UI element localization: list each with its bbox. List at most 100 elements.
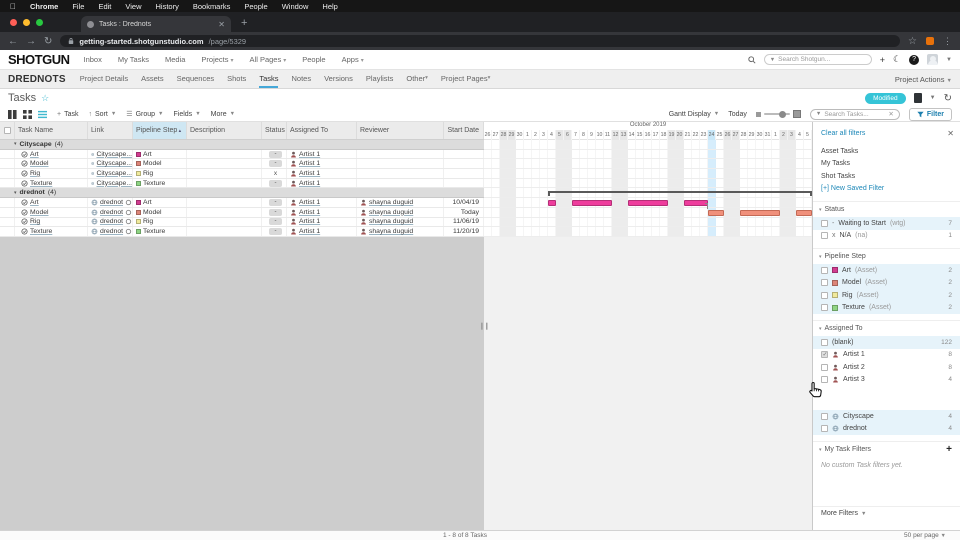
filter-section-header-pipeline-step[interactable]: ▾ Pipeline Step xyxy=(813,248,960,264)
filter-row-rig[interactable]: Rig (Asset) 2 xyxy=(813,289,960,302)
clear-all-filters-link[interactable]: Clear all filters xyxy=(821,130,865,137)
gantt-day-cell[interactable]: 17 xyxy=(652,130,660,140)
tab-close-icon[interactable]: ✕ xyxy=(218,20,225,29)
gantt-day-cell[interactable]: 5 xyxy=(556,130,564,140)
task-name-link[interactable]: Texture xyxy=(30,180,52,187)
filter-checkbox[interactable] xyxy=(821,219,828,227)
menubar-item-window[interactable]: Window xyxy=(282,2,309,11)
menubar-item-bookmarks[interactable]: Bookmarks xyxy=(193,2,231,11)
entity-link[interactable]: drednot xyxy=(100,209,123,216)
group-row-drednot[interactable]: ▾ drednot (4) xyxy=(0,188,484,199)
filter-row-texture[interactable]: Texture (Asset) 2 xyxy=(813,301,960,314)
browser-tab[interactable]: Tasks : Drednots ✕ xyxy=(81,16,231,32)
column-header-description[interactable]: Description xyxy=(187,122,262,139)
gantt-day-cell[interactable]: 22 xyxy=(692,130,700,140)
status-cell[interactable]: x xyxy=(262,169,287,178)
gantt-day-cell[interactable]: 26 xyxy=(484,130,492,140)
gantt-day-cell[interactable]: 29 xyxy=(748,130,756,140)
gantt-day-cell[interactable]: 4 xyxy=(796,130,804,140)
add-task-button[interactable]: + Task xyxy=(57,111,79,118)
task-name-link[interactable]: Art xyxy=(30,151,39,158)
filter-row-blank[interactable]: (blank) 122 xyxy=(813,336,960,349)
status-cell[interactable]: - xyxy=(262,227,287,236)
filter-row-n-a[interactable]: x N/A (na) 1 xyxy=(813,230,960,243)
gantt-day-cell[interactable]: 13 xyxy=(620,130,628,140)
project-nav-item-notes[interactable]: Notes xyxy=(291,70,311,88)
search-tasks-input[interactable]: ▼ Search Tasks... ✕ xyxy=(809,108,900,120)
gantt-day-cell[interactable]: 28 xyxy=(500,130,508,140)
gantt-day-cell[interactable]: 18 xyxy=(660,130,668,140)
assignee-link[interactable]: Artist 1 xyxy=(299,160,320,167)
gantt-day-cell[interactable]: 5 xyxy=(804,130,812,140)
avatar[interactable] xyxy=(927,54,939,65)
status-cell[interactable]: - xyxy=(262,159,287,169)
filter-checkbox[interactable] xyxy=(821,232,828,240)
filter-checkbox[interactable] xyxy=(821,412,828,420)
assignee-link[interactable]: Artist 1 xyxy=(299,228,320,235)
column-header-status[interactable]: Status xyxy=(262,122,287,139)
filter-row-artist-1[interactable]: Artist 1 8 xyxy=(813,349,960,362)
filter-section-header-status[interactable]: ▾ Status xyxy=(813,201,960,217)
status-cell[interactable]: - xyxy=(262,149,287,159)
gantt-day-cell[interactable]: 26 xyxy=(724,130,732,140)
gantt-day-cell[interactable]: 9 xyxy=(588,130,596,140)
filter-checkbox[interactable] xyxy=(821,266,828,274)
filter-checkbox[interactable] xyxy=(821,291,828,299)
reviewer-link[interactable]: shayna duguid xyxy=(369,199,413,206)
filter-row-artist-2[interactable]: Artist 2 8 xyxy=(813,361,960,374)
menubar-item-history[interactable]: History xyxy=(156,2,179,11)
menubar-item-edit[interactable]: Edit xyxy=(98,2,111,11)
column-header-pipeline-step[interactable]: Pipeline Step ▴ xyxy=(133,122,187,139)
assignee-link[interactable]: Artist 1 xyxy=(299,170,320,177)
project-actions-button[interactable]: Project Actions ▼ xyxy=(895,75,952,84)
gantt-day-cell[interactable]: 7 xyxy=(572,130,580,140)
filter-row-waiting-to-start[interactable]: - Waiting to Start (wtg) 7 xyxy=(813,217,960,230)
gantt-model-task-bar[interactable] xyxy=(708,209,724,216)
task-row-drednot-art[interactable]: Art drednot Art - Artist 1 shayna duguid 10/04… xyxy=(0,198,484,208)
column-header-assigned-to[interactable]: Assigned To xyxy=(287,122,357,139)
nav-item-people[interactable]: People xyxy=(302,55,325,64)
status-cell[interactable]: - xyxy=(262,217,287,227)
bookmark-star-icon[interactable]: ☆ xyxy=(908,36,917,47)
nav-item-inbox[interactable]: Inbox xyxy=(84,55,102,64)
gantt-display-button[interactable]: Gantt Display ▼ xyxy=(669,111,719,118)
assignee-link[interactable]: Artist 1 xyxy=(299,199,320,206)
filter-section-header-my-task-filters[interactable]: ▾ My Task Filters + xyxy=(813,441,960,457)
support-icon[interactable]: ☾ xyxy=(893,54,901,65)
chevron-down-icon[interactable]: ▼ xyxy=(930,95,936,101)
column-header-task-name[interactable]: Task Name xyxy=(15,122,88,139)
assignee-link[interactable]: Artist 1 xyxy=(299,218,320,225)
gantt-day-cell[interactable]: 28 xyxy=(740,130,748,140)
reviewer-link[interactable]: shayna duguid xyxy=(369,209,413,216)
gantt-day-cell[interactable]: 14 xyxy=(628,130,636,140)
gantt-model-task-bar[interactable] xyxy=(796,209,812,216)
menubar-item-people[interactable]: People xyxy=(244,2,267,11)
gantt-day-cell[interactable]: 4 xyxy=(548,130,556,140)
gantt-day-cell[interactable]: 23 xyxy=(700,130,708,140)
gantt-day-cell[interactable]: 29 xyxy=(508,130,516,140)
gantt-day-cell[interactable]: 10 xyxy=(596,130,604,140)
per-page-selector[interactable]: 50 per page ▼ xyxy=(904,532,946,539)
menubar-item-file[interactable]: File xyxy=(72,2,84,11)
gantt-day-cell[interactable]: 16 xyxy=(644,130,652,140)
project-nav-item-tasks[interactable]: Tasks xyxy=(259,70,279,88)
entity-link[interactable]: Cityscape... xyxy=(96,160,132,167)
add-new-icon[interactable]: + xyxy=(880,55,885,65)
project-name[interactable]: DREDNOTS xyxy=(8,74,66,85)
gantt-art-task-bar[interactable] xyxy=(548,200,556,206)
menubar-item-help[interactable]: Help xyxy=(322,2,337,11)
gantt-day-cell[interactable]: 1 xyxy=(772,130,780,140)
reviewer-link[interactable]: shayna duguid xyxy=(369,228,413,235)
filter-row-model[interactable]: Model (Asset) 2 xyxy=(813,276,960,289)
view-list-icon[interactable] xyxy=(38,110,47,119)
task-name-link[interactable]: Rig xyxy=(30,218,40,225)
filter-button[interactable]: Filter xyxy=(908,107,952,121)
assignee-link[interactable]: Artist 1 xyxy=(299,151,320,158)
gantt-day-cell[interactable]: 12 xyxy=(612,130,620,140)
project-nav-item-project-pages[interactable]: Project Pages ▾ xyxy=(441,70,490,88)
project-nav-item-playlists[interactable]: Playlists xyxy=(366,70,394,88)
status-cell[interactable]: - xyxy=(262,207,287,217)
gantt-day-cell[interactable]: 21 xyxy=(684,130,692,140)
gantt-art-task-bar[interactable] xyxy=(628,200,668,206)
task-name-link[interactable]: Art xyxy=(30,199,39,206)
